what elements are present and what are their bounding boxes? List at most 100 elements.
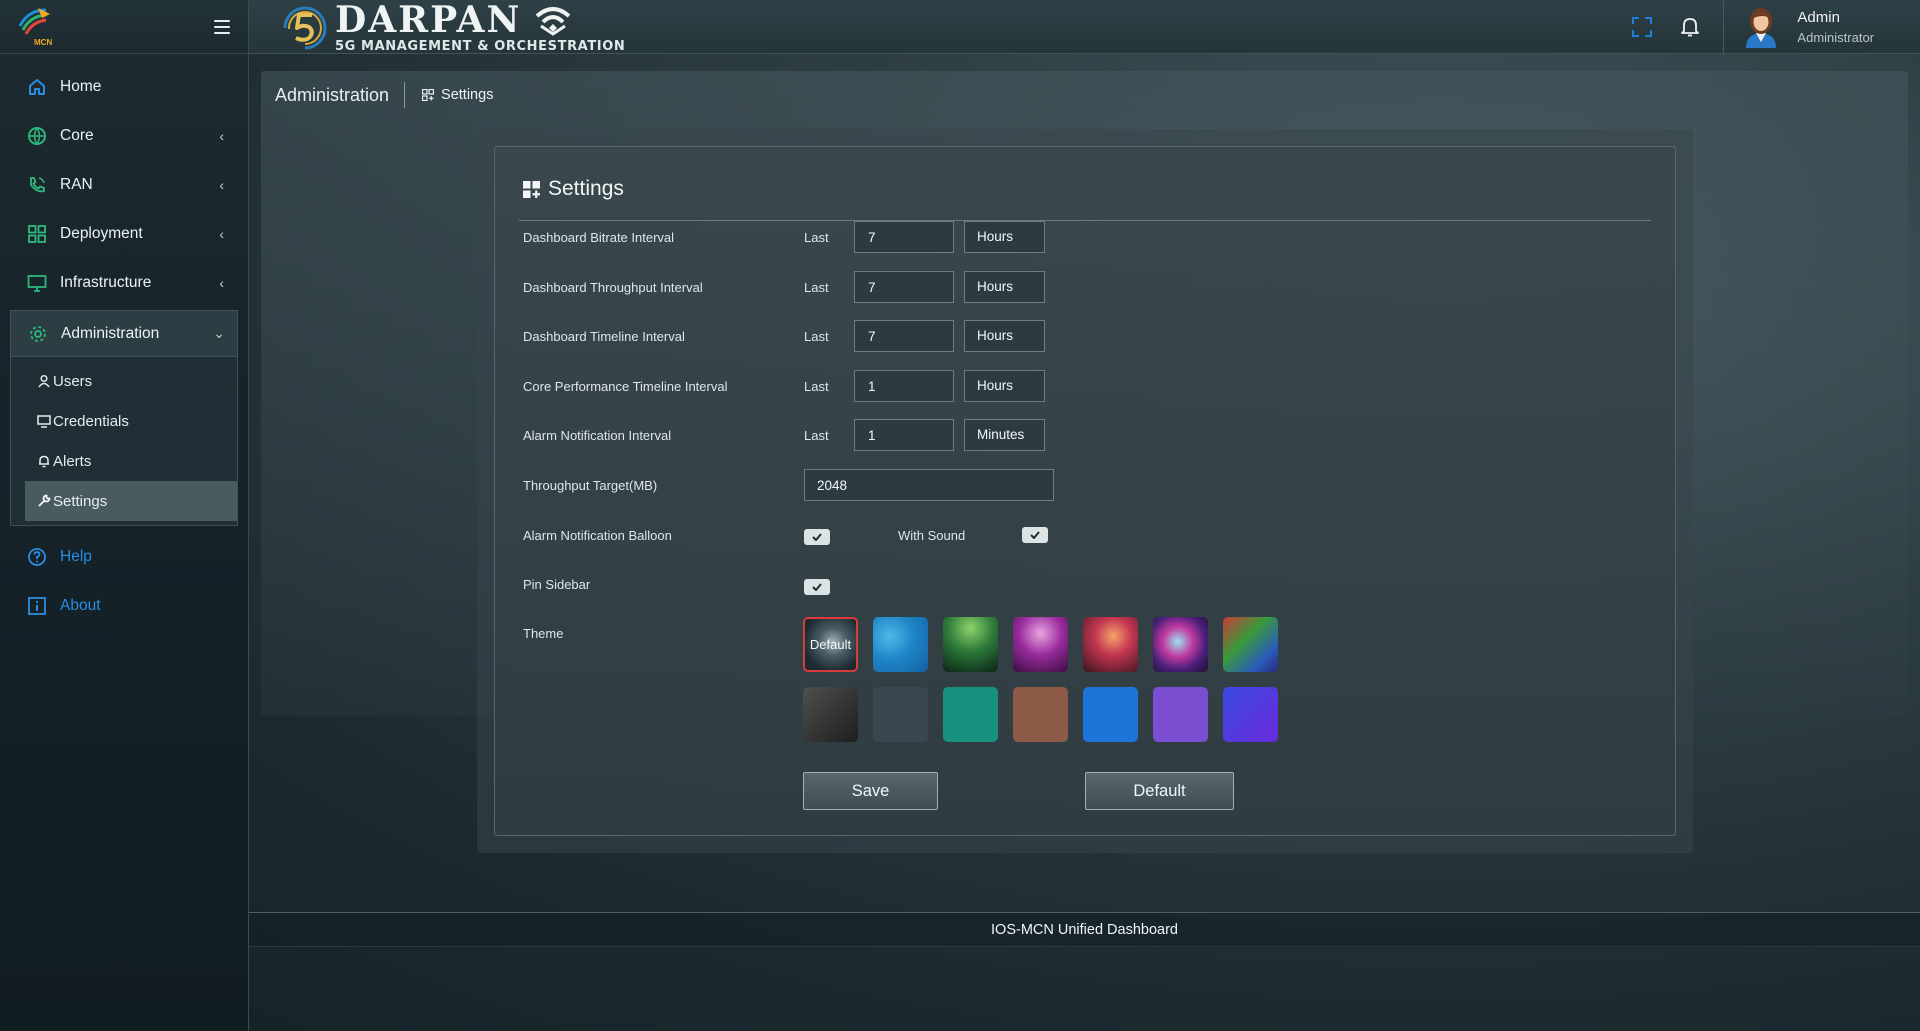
chevron-down-icon: ⌄	[213, 325, 225, 341]
sidebar-header: MCN	[0, 0, 248, 54]
brand-name: DARPAN	[335, 2, 625, 38]
alarm-interval-input[interactable]	[854, 419, 954, 451]
sidebar-nav: Home Core ‹ RAN ‹ Deployment ‹ Infrastru…	[0, 54, 248, 630]
submenu-item-users[interactable]: Users	[25, 361, 237, 401]
footer: IOS-MCN Unified Dashboard	[249, 912, 1920, 947]
sidebar-item-label: Help	[60, 547, 92, 565]
theme-swatch-rainbow-gradient[interactable]	[1223, 617, 1278, 672]
setting-row-alarm-interval: Alarm Notification Interval Last Minutes	[523, 419, 1045, 451]
timeline-interval-input[interactable]	[854, 320, 954, 352]
bitrate-interval-input[interactable]	[854, 221, 954, 253]
sidebar-item-label: Infrastructure	[60, 273, 152, 291]
theme-swatch-green-gradient[interactable]	[943, 617, 998, 672]
submenu-item-settings[interactable]: Settings	[25, 481, 237, 521]
sidebar-item-label: Deployment	[60, 224, 143, 242]
theme-swatch-default[interactable]: Default	[803, 617, 858, 672]
setting-label: Pin Sidebar	[523, 576, 591, 592]
theme-swatch-black[interactable]	[803, 687, 858, 742]
setting-label: Throughput Target(MB)	[523, 477, 658, 493]
chevron-left-icon: ‹	[219, 176, 224, 193]
sidebar-item-help[interactable]: Help	[0, 532, 248, 581]
theme-swatch-teal[interactable]	[943, 687, 998, 742]
monitor-icon	[37, 414, 51, 428]
setting-row-pin-sidebar: Pin Sidebar	[523, 568, 830, 600]
sidebar-item-deployment[interactable]: Deployment ‹	[0, 209, 248, 258]
save-button[interactable]: Save	[803, 772, 938, 810]
chevron-left-icon: ‹	[219, 127, 224, 144]
sidebar-item-label: About	[60, 596, 101, 614]
theme-swatches: Default	[803, 617, 1278, 742]
theme-swatch-blue-gradient[interactable]	[873, 617, 928, 672]
setting-label: Alarm Notification Interval	[523, 427, 672, 443]
brand-subtitle: 5G MANAGEMENT & ORCHESTRATION	[335, 39, 626, 54]
bitrate-unit-select[interactable]: Hours	[964, 221, 1045, 253]
theme-swatch-brown[interactable]	[1013, 687, 1068, 742]
sidebar-item-about[interactable]: About	[0, 581, 248, 630]
submenu-item-label: Settings	[53, 492, 108, 510]
check-icon	[812, 533, 822, 541]
check-icon	[1030, 531, 1040, 539]
mcn-logo[interactable]: MCN	[16, 4, 56, 50]
last-label: Last	[804, 328, 829, 344]
alarm-balloon-checkbox[interactable]	[804, 529, 830, 545]
submenu-item-credentials[interactable]: Credentials	[25, 401, 237, 441]
menu-toggle-icon[interactable]	[214, 19, 230, 34]
throughput-target-input[interactable]	[804, 469, 1054, 501]
dashboard-icon	[523, 180, 540, 198]
submenu-item-label: Users	[53, 372, 93, 390]
sidebar-item-ran[interactable]: RAN ‹	[0, 160, 248, 209]
sidebar-item-home[interactable]: Home	[0, 62, 248, 111]
sidebar-item-label: RAN	[60, 175, 93, 193]
default-button[interactable]: Default	[1085, 772, 1234, 810]
administration-submenu: Users Credentials Alerts Settings	[10, 356, 238, 526]
bell-icon[interactable]	[1679, 16, 1701, 38]
submenu-item-alerts[interactable]: Alerts	[25, 441, 237, 481]
theme-swatch-sunset-gradient[interactable]	[1083, 617, 1138, 672]
setting-row-theme: Theme	[523, 617, 804, 649]
core-performance-interval-input[interactable]	[854, 370, 954, 402]
timeline-unit-select[interactable]: Hours	[964, 320, 1045, 352]
throughput-unit-select[interactable]: Hours	[964, 271, 1045, 303]
monitor-icon	[26, 272, 48, 294]
bell-icon	[37, 454, 51, 468]
breadcrumb-root[interactable]: Administration	[275, 82, 406, 108]
submenu-item-label: Credentials	[53, 412, 129, 430]
grid-icon	[26, 223, 48, 245]
setting-label: Dashboard Throughput Interval	[523, 279, 703, 295]
avatar	[1742, 6, 1780, 48]
last-label: Last	[804, 229, 829, 245]
setting-row-throughput-target: Throughput Target(MB)	[523, 469, 1054, 501]
fullscreen-icon[interactable]	[1631, 16, 1653, 38]
theme-swatch-purple-gradient[interactable]	[1013, 617, 1068, 672]
phone-icon	[26, 174, 48, 196]
sidebar-item-core[interactable]: Core ‹	[0, 111, 248, 160]
with-sound-checkbox[interactable]	[1022, 527, 1048, 543]
brand-logo[interactable]: DARPAN 5G MANAGEMENT & ORCHESTRATION	[279, 2, 625, 54]
pin-sidebar-checkbox[interactable]	[804, 578, 830, 595]
globe-icon	[26, 125, 48, 147]
user-menu[interactable]: Admin Administrator	[1723, 0, 1920, 54]
theme-swatch-azure[interactable]	[1083, 687, 1138, 742]
wrench-icon	[37, 494, 51, 508]
setting-row-core-performance: Core Performance Timeline Interval Last …	[523, 370, 1045, 402]
setting-label: Theme	[523, 625, 564, 641]
sidebar-item-infrastructure[interactable]: Infrastructure ‹	[0, 258, 248, 307]
chevron-left-icon: ‹	[219, 225, 224, 242]
theme-swatch-galaxy-gradient[interactable]	[1153, 617, 1208, 672]
setting-label: Core Performance Timeline Interval	[523, 378, 728, 394]
throughput-interval-input[interactable]	[854, 271, 954, 303]
gear-icon	[27, 323, 49, 345]
logo-text: MCN	[34, 37, 53, 47]
submenu-item-label: Alerts	[53, 452, 92, 470]
theme-swatch-violet[interactable]	[1153, 687, 1208, 742]
theme-swatch-indigo[interactable]	[1223, 687, 1278, 742]
alarm-unit-select[interactable]: Minutes	[964, 419, 1045, 451]
help-icon	[26, 546, 48, 568]
setting-label: Dashboard Bitrate Interval	[523, 229, 675, 245]
core-performance-unit-select[interactable]: Hours	[964, 370, 1045, 402]
sidebar-item-administration[interactable]: Administration ⌄	[10, 310, 238, 356]
last-label: Last	[804, 427, 829, 443]
theme-swatch-slate[interactable]	[873, 687, 928, 742]
home-icon	[26, 76, 48, 98]
setting-row-timeline: Dashboard Timeline Interval Last Hours	[523, 320, 1045, 352]
